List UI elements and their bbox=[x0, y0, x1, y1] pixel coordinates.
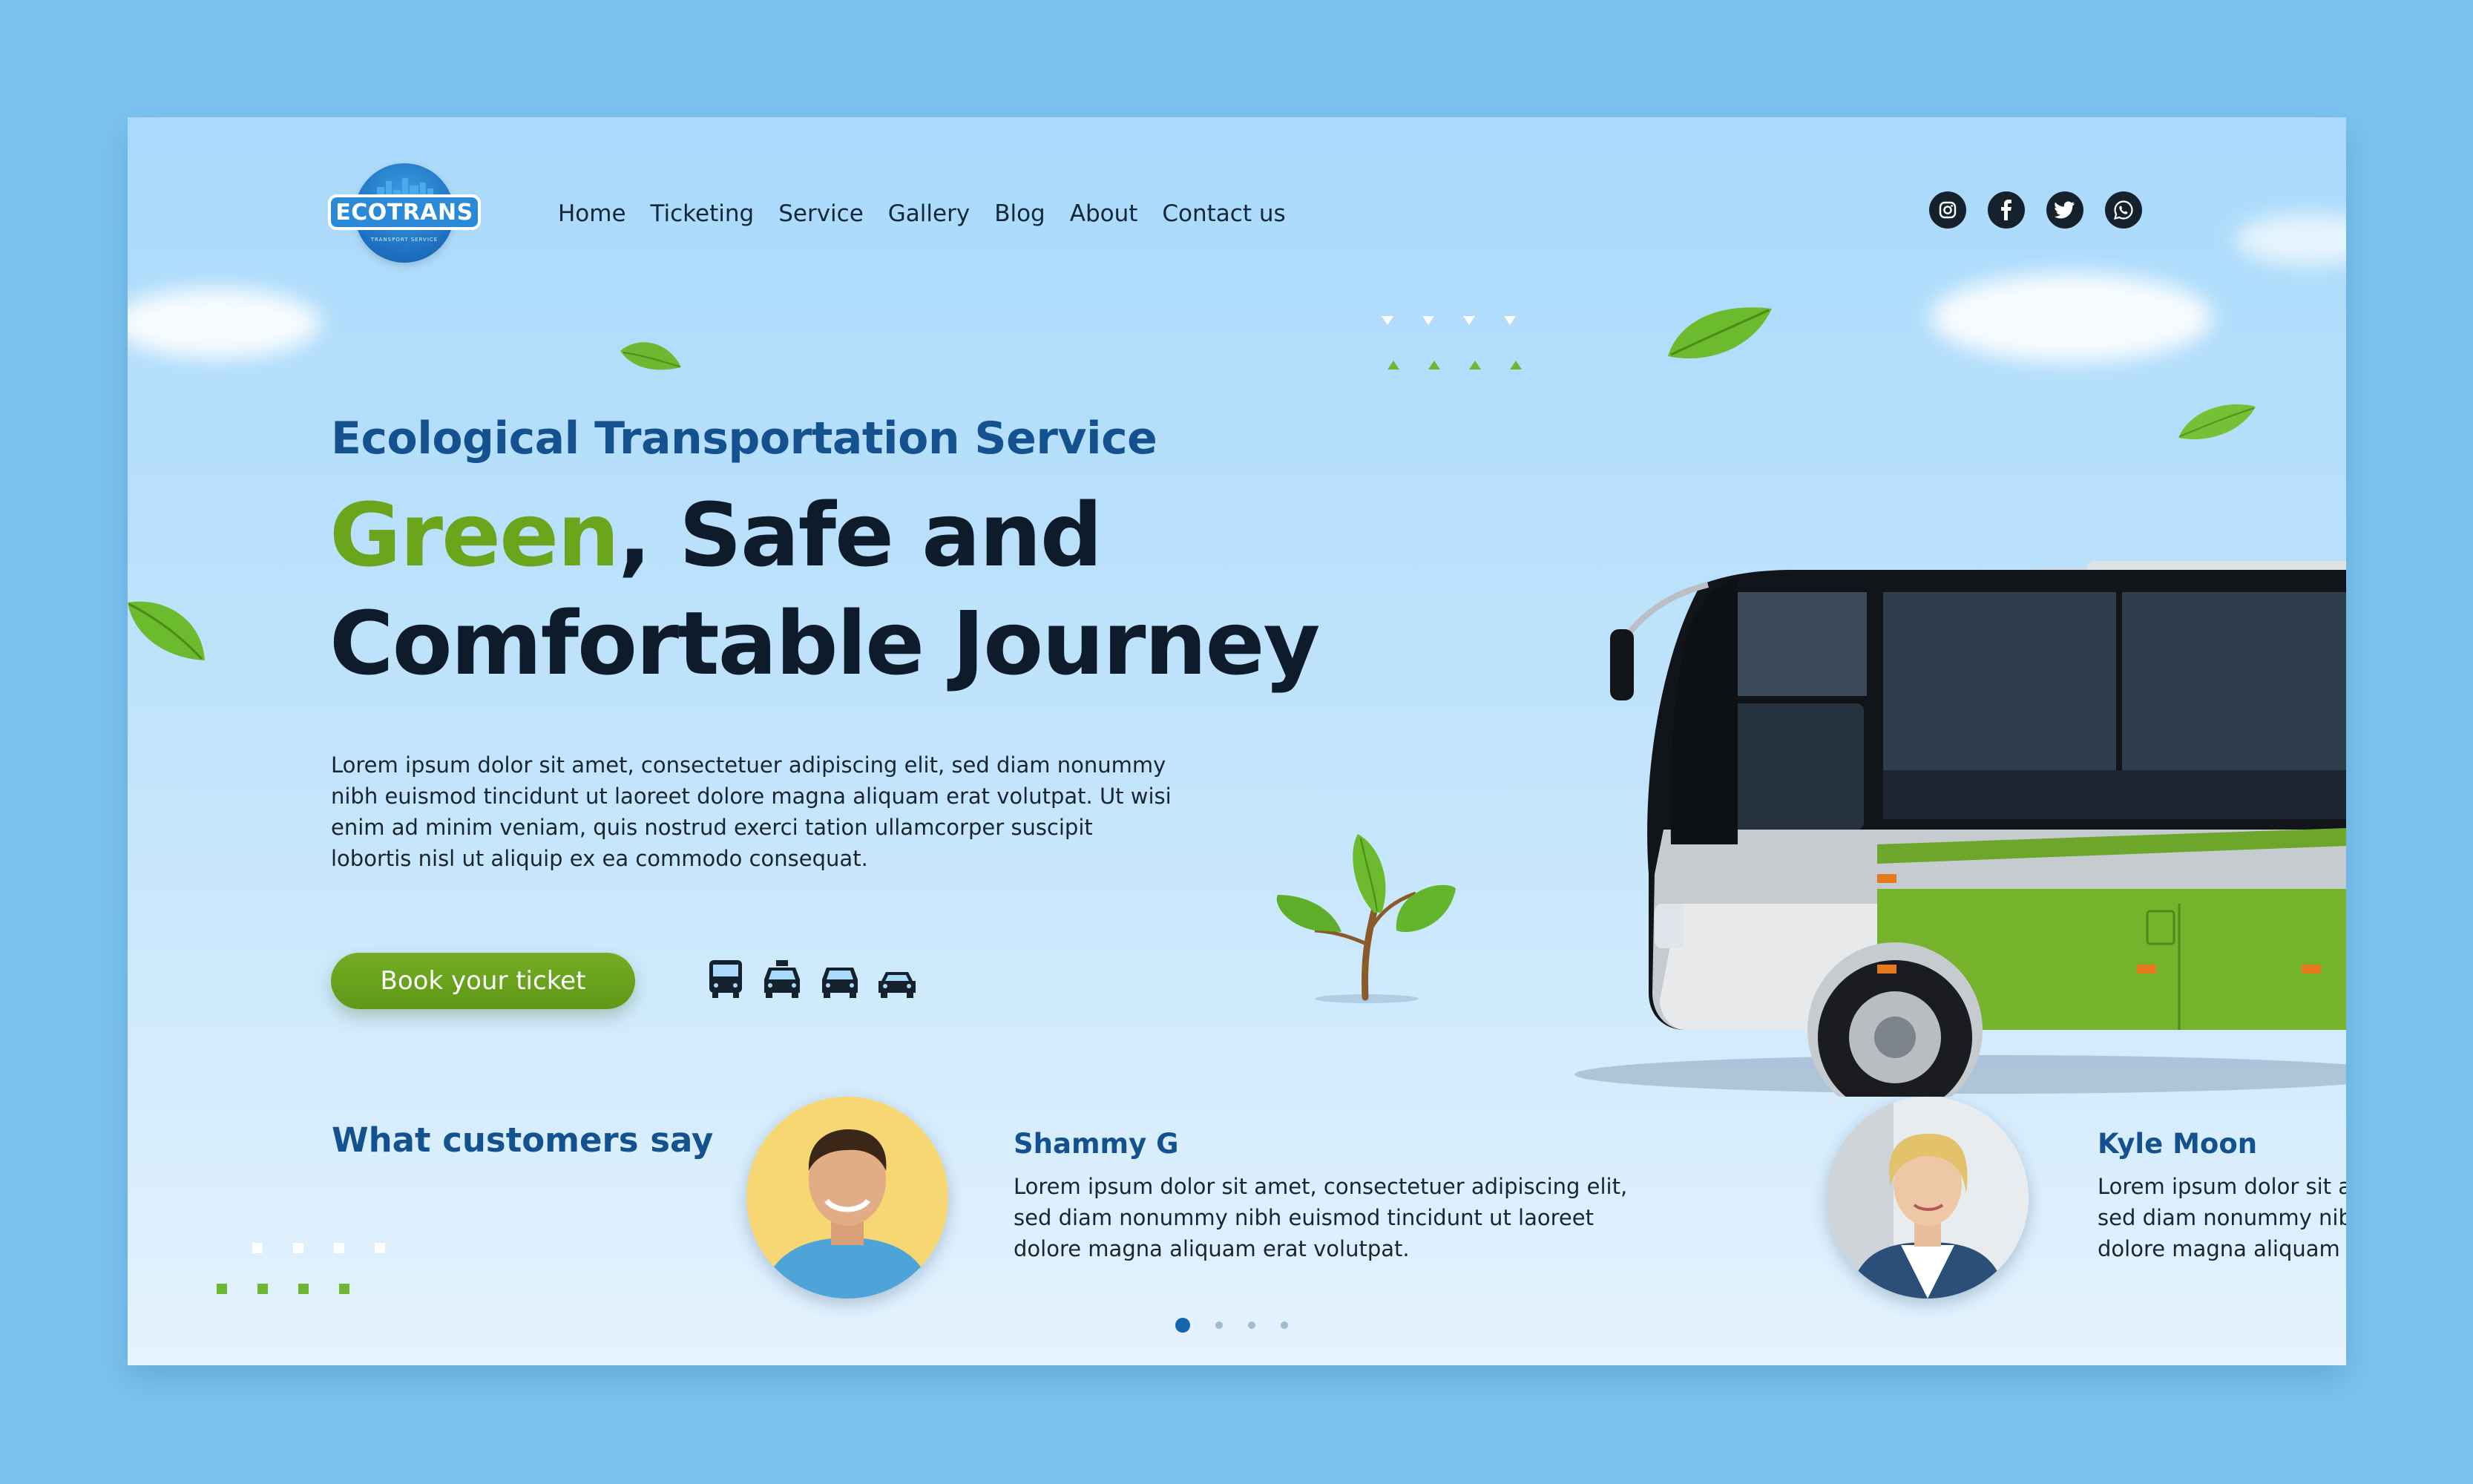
hero-description: Lorem ipsum dolor sit amet, consectetuer… bbox=[331, 752, 1172, 871]
bus-illustration bbox=[1574, 561, 2346, 1097]
headline-line2: Comfortable Journey bbox=[329, 592, 1320, 695]
square-pattern bbox=[252, 1243, 263, 1253]
vehicle-type-icons bbox=[706, 959, 917, 999]
bus-icon[interactable] bbox=[706, 959, 745, 999]
leaf-icon bbox=[128, 601, 205, 660]
nav-gallery[interactable]: Gallery bbox=[888, 200, 970, 227]
headline-highlight: Green bbox=[329, 484, 620, 586]
pagination-dot-1[interactable] bbox=[1175, 1318, 1190, 1333]
square-pattern bbox=[217, 1284, 227, 1294]
nav-about[interactable]: About bbox=[1070, 200, 1138, 227]
square-pattern bbox=[339, 1284, 349, 1294]
twitter-icon[interactable] bbox=[2046, 191, 2083, 229]
nav-blog[interactable]: Blog bbox=[994, 200, 1045, 227]
car-icon[interactable] bbox=[819, 965, 861, 999]
testimonial-text: Lorem ipsum dolor sit amet, consectetuer… bbox=[2098, 1174, 2346, 1261]
main-nav: Home Ticketing Service Gallery Blog Abou… bbox=[558, 200, 1310, 227]
square-pattern bbox=[334, 1243, 344, 1253]
avatar bbox=[746, 1097, 948, 1298]
nav-home[interactable]: Home bbox=[558, 200, 626, 227]
leaf-icon bbox=[2178, 404, 2256, 440]
headline-line1: , Safe and bbox=[618, 484, 1103, 586]
square-pattern bbox=[375, 1243, 385, 1253]
testimonials-heading: What customers say bbox=[332, 1120, 714, 1160]
testimonial-pagination bbox=[1175, 1318, 1288, 1333]
whatsapp-icon[interactable] bbox=[2105, 191, 2142, 229]
pagination-dot-4[interactable] bbox=[1281, 1322, 1288, 1329]
taxi-icon[interactable] bbox=[761, 960, 803, 999]
square-pattern bbox=[257, 1284, 268, 1294]
pagination-dot-2[interactable] bbox=[1215, 1322, 1223, 1329]
facebook-icon[interactable] bbox=[1988, 191, 2025, 229]
square-pattern bbox=[298, 1284, 309, 1294]
instagram-icon[interactable] bbox=[1929, 191, 1966, 229]
logo-wordmark: ECOTRANS bbox=[328, 194, 481, 230]
cloud-right bbox=[1931, 273, 2213, 362]
nav-service[interactable]: Service bbox=[778, 200, 864, 227]
testimonial-name: Kyle Moon bbox=[2098, 1128, 2258, 1160]
square-pattern bbox=[293, 1243, 303, 1253]
cloud-left bbox=[128, 288, 321, 358]
triangle-pattern bbox=[1382, 316, 1522, 370]
hero-headline: Green, Safe and Comfortable Journey bbox=[329, 481, 1320, 697]
leaf-icon bbox=[620, 342, 681, 370]
logo-tagline: TRANSPORT SERVICE bbox=[370, 237, 439, 243]
nav-contact[interactable]: Contact us bbox=[1162, 200, 1285, 227]
book-ticket-button[interactable]: Book your ticket bbox=[331, 953, 635, 1009]
hero-subtitle: Ecological Transportation Service bbox=[331, 413, 1157, 464]
brand-logo[interactable]: ECOTRANS TRANSPORT SERVICE bbox=[328, 163, 481, 263]
nav-ticketing[interactable]: Ticketing bbox=[651, 200, 755, 227]
testimonial-name: Shammy G bbox=[1014, 1128, 1179, 1160]
testimonial-text: Lorem ipsum dolor sit amet, consectetuer… bbox=[1014, 1174, 1628, 1261]
sapling-illustration bbox=[1276, 834, 1456, 1003]
landing-page-card: ECOTRANS TRANSPORT SERVICE Home Ticketin… bbox=[128, 117, 2346, 1365]
cloud-far-right bbox=[2235, 214, 2346, 266]
social-links bbox=[1929, 191, 2142, 229]
pagination-dot-3[interactable] bbox=[1248, 1322, 1255, 1329]
leaf-icon bbox=[1668, 307, 1772, 359]
avatar bbox=[1827, 1097, 2029, 1298]
sedan-icon[interactable] bbox=[877, 971, 917, 999]
